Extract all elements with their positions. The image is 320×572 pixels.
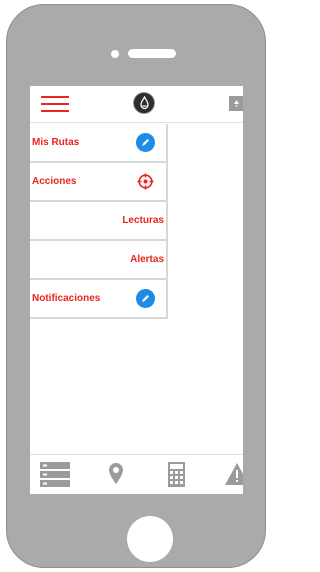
home-button[interactable] — [127, 516, 173, 562]
app-screen: Mis Rutas Acciones Lecturas Alertas Noti… — [30, 86, 243, 494]
side-menu: Mis Rutas Acciones Lecturas Alertas Noti… — [30, 124, 168, 319]
camera — [111, 50, 119, 58]
bottom-toolbar — [30, 454, 243, 494]
menu-item-lecturas[interactable]: Lecturas — [30, 202, 168, 241]
menu-item-acciones[interactable]: Acciones — [30, 163, 168, 202]
hamburger-menu-icon[interactable] — [41, 96, 69, 113]
menu-item-label: Lecturas — [122, 215, 164, 226]
menu-item-label: Acciones — [32, 176, 77, 187]
app-logo-icon — [133, 92, 155, 114]
target-icon[interactable] — [137, 173, 154, 190]
menu-item-notificaciones[interactable]: Notificaciones — [30, 280, 168, 319]
warning-icon[interactable] — [224, 462, 243, 486]
speaker — [128, 49, 176, 58]
menu-item-label: Notificaciones — [32, 293, 101, 304]
menu-item-alertas[interactable]: Alertas — [30, 241, 168, 280]
menu-item-label: Mis Rutas — [32, 137, 80, 148]
list-icon[interactable] — [40, 462, 70, 487]
top-bar — [30, 86, 243, 123]
notification-bell-icon[interactable] — [229, 96, 243, 111]
menu-item-label: Alertas — [130, 254, 164, 265]
menu-item-mis-rutas[interactable]: Mis Rutas — [30, 124, 168, 163]
map-pin-icon[interactable] — [108, 462, 124, 486]
pencil-icon[interactable] — [136, 289, 155, 308]
pencil-icon[interactable] — [136, 133, 155, 152]
calculator-icon[interactable] — [168, 462, 185, 487]
